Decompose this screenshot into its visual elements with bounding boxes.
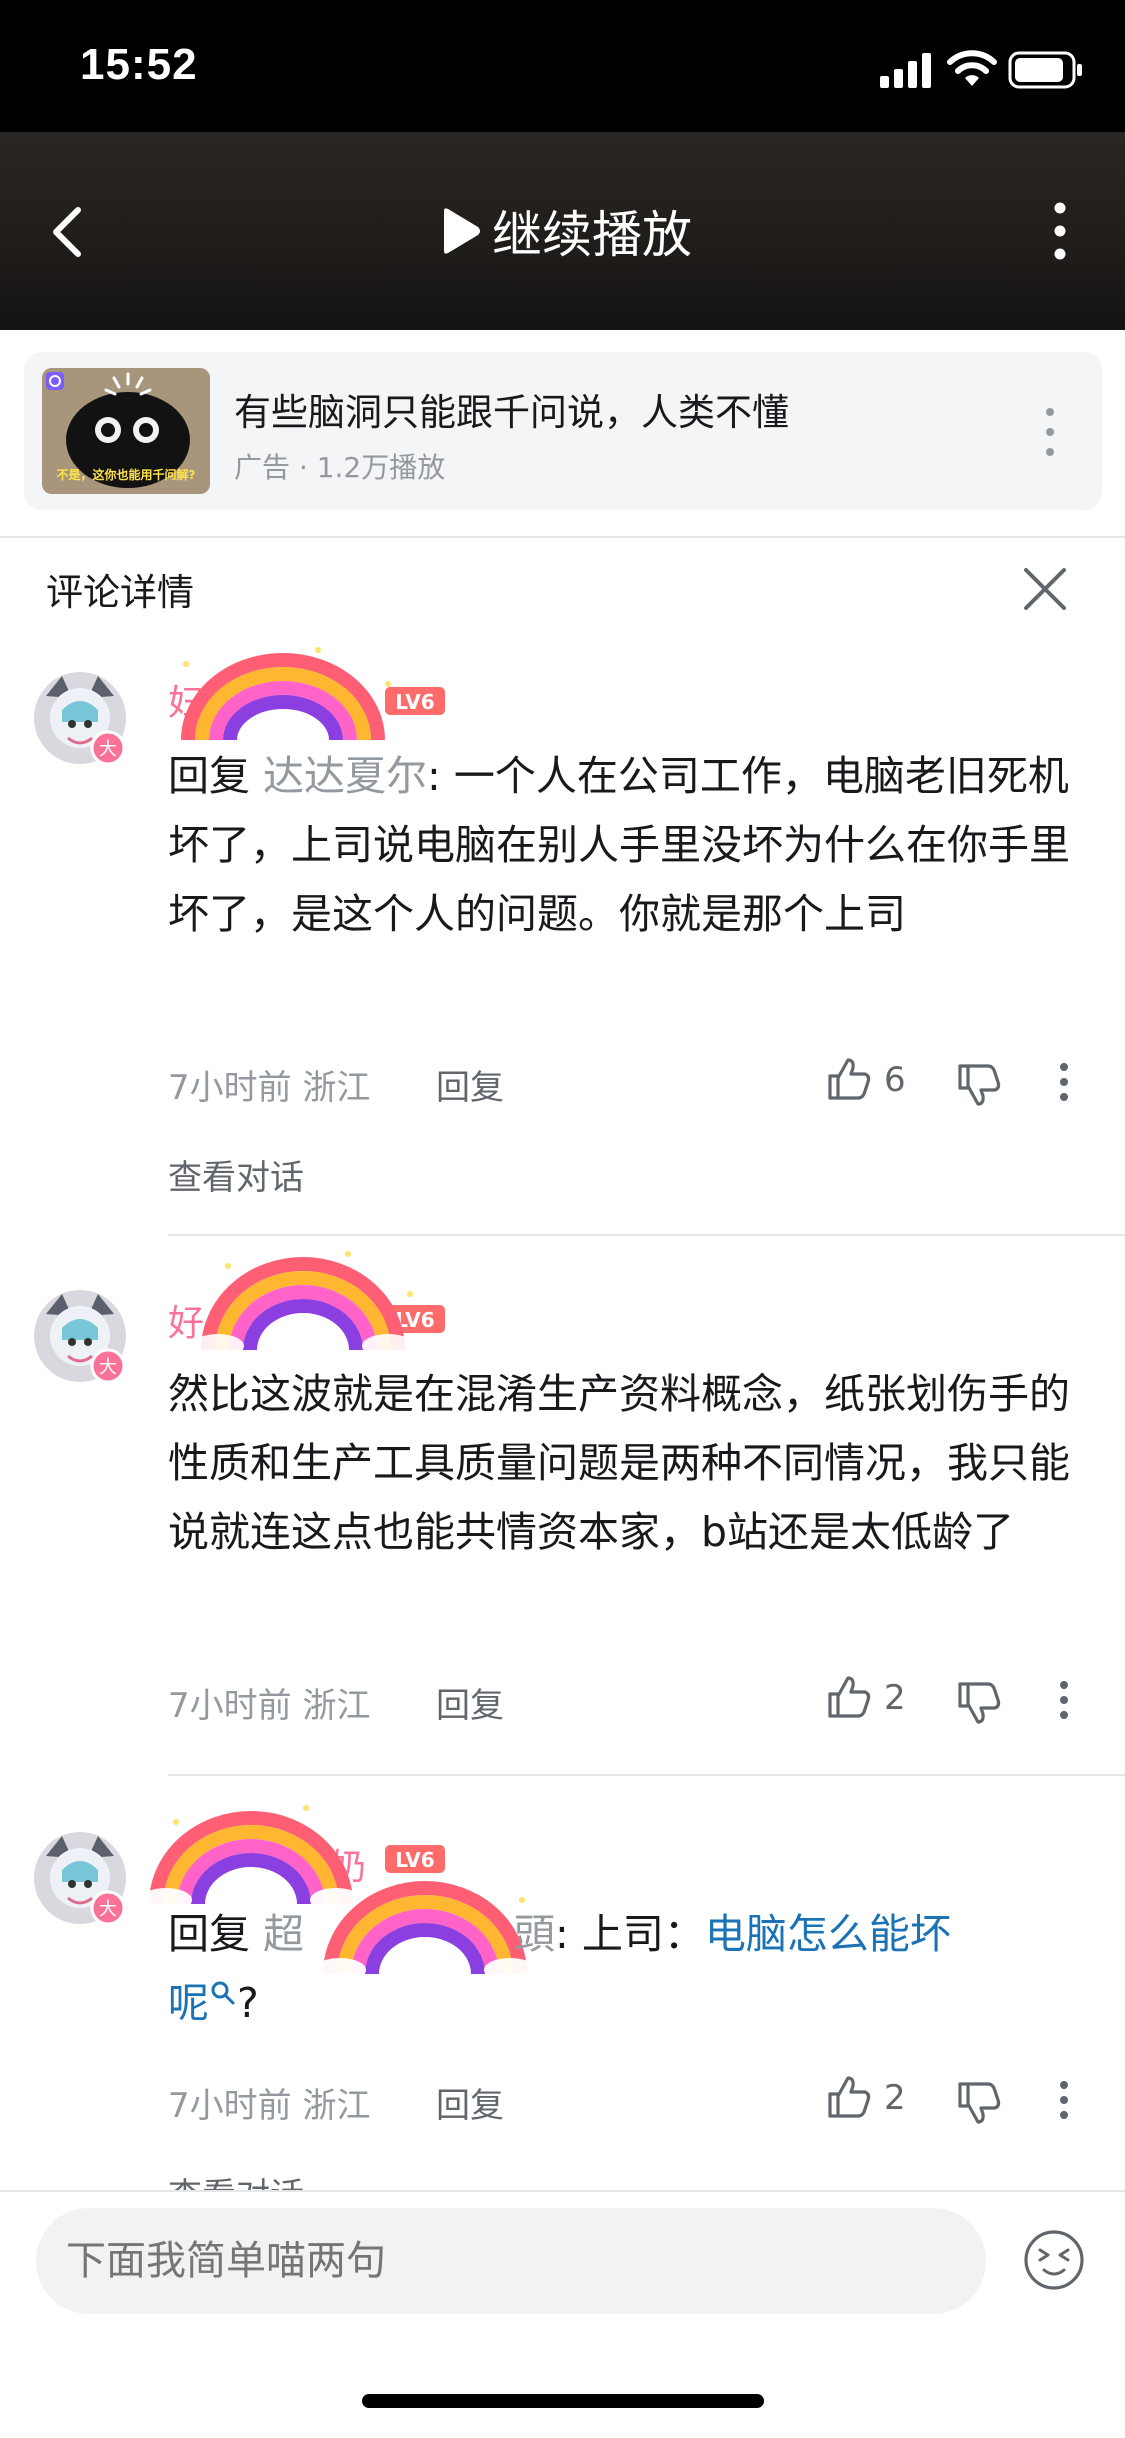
more-menu-icon[interactable] <box>1040 196 1080 266</box>
comment-divider <box>168 1774 1125 1776</box>
ad-title[interactable]: 有些脑洞只能跟千问说，人类不懂 <box>234 382 789 436</box>
time-text: 7小时前 <box>168 2086 292 2126</box>
level-text: LV6 <box>395 1848 434 1872</box>
comment-time: 7小时前 浙江 <box>168 2078 370 2127</box>
ad-thumbnail-caption: 不是，这你也能用千问解? <box>56 468 196 482</box>
comment-text: 回复 达达夏尔: 一个人在公司工作，电脑老旧死机坏了，上司说电脑在别人手里没坏为… <box>168 742 1098 949</box>
avatar[interactable]: 大 <box>28 1284 132 1388</box>
svg-text:大: 大 <box>99 1357 117 1378</box>
close-icon[interactable] <box>1020 562 1070 616</box>
search-icon[interactable] <box>209 1979 237 2007</box>
reply-to-user[interactable]: 超 <box>263 1910 304 1958</box>
time-text: 7小时前 <box>168 1686 292 1726</box>
comment-text: 回复 超頭: 上司：电脑怎么能坏呢? <box>168 1900 988 2038</box>
signal-icon <box>880 53 931 88</box>
continue-play-button[interactable]: 继续播放 <box>440 196 692 266</box>
like-icon[interactable] <box>826 1674 872 1720</box>
comment-suffix: ? <box>237 1979 259 2027</box>
comment-input[interactable] <box>36 2208 986 2314</box>
like-count: 6 <box>884 1060 906 1100</box>
reply-prefix: 回复 <box>168 1910 250 1958</box>
more-options-icon[interactable] <box>1052 1062 1076 1102</box>
reply-button[interactable]: 回复 <box>436 1678 504 1727</box>
ad-meta: 广告 · 1.2万播放 <box>234 451 446 484</box>
comment-text: 然比这波就是在混淆生产资料概念，纸张划伤手的性质和生产工具质量问题是两种不同情况… <box>168 1370 1070 1556</box>
comment-time: 7小时前 浙江 <box>168 1678 370 1727</box>
svg-text:大: 大 <box>99 739 117 760</box>
level-badge: LV6 <box>385 687 445 715</box>
more-options-icon[interactable] <box>1052 1680 1076 1720</box>
comments-panel-title: 评论详情 <box>46 571 194 614</box>
home-indicator <box>362 2394 764 2408</box>
reply-to-user[interactable]: 达达夏尔 <box>263 752 427 800</box>
like-count: 2 <box>884 2078 906 2118</box>
username[interactable]: 妇 <box>168 674 204 726</box>
location-text: 浙江 <box>302 1686 371 1726</box>
like-icon[interactable] <box>826 2074 872 2120</box>
level-badge: LV6 <box>385 1845 445 1873</box>
play-icon <box>444 208 480 254</box>
ad-more-icon[interactable] <box>1036 402 1064 462</box>
location-text: 浙江 <box>302 1068 371 1108</box>
emoji-icon[interactable] <box>1022 2228 1086 2292</box>
avatar[interactable]: 大 <box>28 666 132 770</box>
comment-time: 7小时前 浙江 <box>168 1060 370 1109</box>
like-icon[interactable] <box>826 1056 872 1102</box>
reply-button[interactable]: 回复 <box>436 1060 504 1109</box>
reply-button[interactable]: 回复 <box>436 2078 504 2127</box>
rainbow-decoration <box>192 1251 414 1356</box>
back-button[interactable] <box>40 192 106 272</box>
svg-text:大: 大 <box>99 1899 117 1920</box>
dislike-icon[interactable] <box>956 1680 1002 1726</box>
avatar[interactable]: 大 <box>28 1826 132 1930</box>
location-text: 浙江 <box>302 2086 371 2126</box>
username[interactable]: 好 <box>168 1294 204 1346</box>
level-text: LV6 <box>395 690 434 714</box>
like-count: 2 <box>884 1678 906 1718</box>
reply-to-user-tail: 頭 <box>514 1910 556 1958</box>
level-badge: LV6 <box>385 1305 445 1333</box>
username[interactable]: 奶 <box>330 1838 366 1890</box>
continue-play-label: 继续播放 <box>492 206 692 264</box>
status-time: 15:52 <box>80 40 198 89</box>
dislike-icon[interactable] <box>956 1062 1002 1108</box>
comment-content: : 上司： <box>555 1910 705 1958</box>
time-text: 7小时前 <box>168 1068 292 1108</box>
ad-thumbnail: 不是，这你也能用千问解? <box>42 368 210 494</box>
reply-prefix: 回复 <box>168 752 250 800</box>
level-text: LV6 <box>395 1308 434 1332</box>
comment-divider <box>168 1234 1125 1236</box>
more-options-icon[interactable] <box>1052 2080 1076 2120</box>
section-divider <box>0 536 1125 538</box>
view-conversation-link[interactable]: 查看对话 <box>168 1150 304 1199</box>
wifi-icon <box>947 50 997 86</box>
dislike-icon[interactable] <box>956 2080 1002 2126</box>
battery-icon <box>1008 51 1082 89</box>
